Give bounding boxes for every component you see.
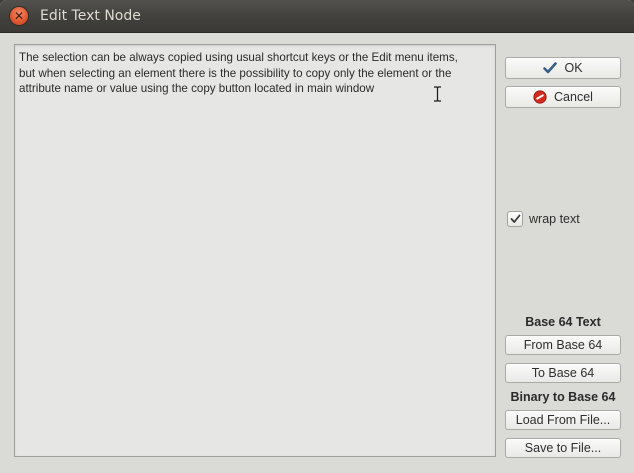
from-base64-label: From Base 64	[523, 338, 603, 352]
from-base64-button[interactable]: From Base 64	[505, 335, 621, 355]
check-icon	[543, 62, 558, 74]
wrap-text-checkbox[interactable]	[507, 211, 523, 227]
text-cursor-icon	[434, 86, 441, 102]
to-base64-button[interactable]: To Base 64	[505, 363, 621, 383]
to-base64-label: To Base 64	[531, 366, 595, 380]
binary-to-base64-heading: Binary to Base 64	[510, 390, 616, 404]
load-from-file-button[interactable]: Load From File...	[505, 410, 621, 430]
load-from-file-label: Load From File...	[515, 413, 611, 427]
close-icon[interactable]: ✕	[10, 7, 28, 25]
base64-text-heading: Base 64 Text	[525, 315, 601, 329]
ok-button[interactable]: OK	[505, 57, 621, 79]
ok-button-label: OK	[564, 61, 583, 75]
cancel-button-label: Cancel	[554, 90, 593, 104]
edit-text-node-dialog: ✕ Edit Text Node The selection can be al…	[0, 0, 634, 473]
wrap-text-label: wrap text	[529, 212, 580, 226]
cancel-icon	[533, 90, 547, 104]
save-to-file-button[interactable]: Save to File...	[505, 438, 621, 458]
text-editor[interactable]: The selection can be always copied using…	[14, 44, 496, 457]
cancel-button[interactable]: Cancel	[505, 86, 621, 108]
window-title: Edit Text Node	[40, 8, 141, 24]
save-to-file-label: Save to File...	[524, 441, 602, 455]
title-bar: ✕ Edit Text Node	[0, 0, 634, 33]
checkmark-icon	[510, 214, 520, 223]
